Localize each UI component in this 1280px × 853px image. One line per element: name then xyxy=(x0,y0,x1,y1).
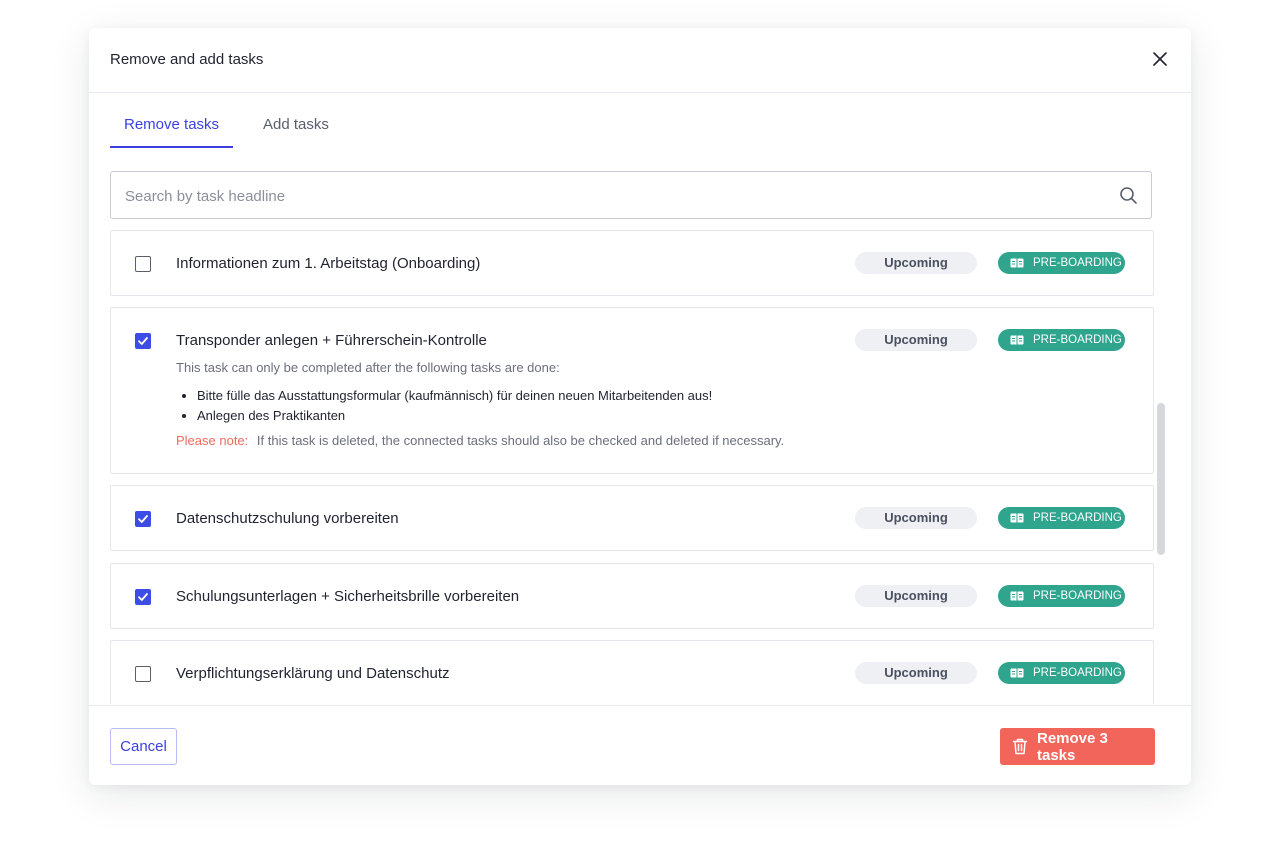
dependency-intro: This task can only be completed after th… xyxy=(176,360,560,375)
status-badge: Upcoming xyxy=(855,662,977,684)
phase-label: PRE-BOARDING xyxy=(1033,667,1122,679)
status-badge: Upcoming xyxy=(855,507,977,529)
task-card: Schulungsunterlagen + Sicherheitsbrille … xyxy=(110,563,1154,629)
task-checkbox[interactable] xyxy=(135,511,151,527)
search-input[interactable] xyxy=(123,172,1107,220)
phase-label: PRE-BOARDING xyxy=(1033,512,1122,524)
task-checkbox[interactable] xyxy=(135,333,151,349)
book-icon xyxy=(1010,668,1024,678)
close-icon[interactable] xyxy=(1151,50,1169,68)
book-icon xyxy=(1010,258,1024,268)
dialog-header: Remove and add tasks xyxy=(89,28,1191,93)
status-badge: Upcoming xyxy=(855,329,977,351)
task-title: Datenschutzschulung vorbereiten xyxy=(176,510,399,527)
phase-label: PRE-BOARDING xyxy=(1033,257,1122,269)
remove-add-tasks-dialog: Remove and add tasks Remove tasks Add ta… xyxy=(89,28,1191,785)
deletion-note: Please note: If this task is deleted, th… xyxy=(176,433,784,448)
phase-badge: PRE-BOARDING xyxy=(998,507,1125,529)
task-checkbox[interactable] xyxy=(135,589,151,605)
status-badge: Upcoming xyxy=(855,252,977,274)
dependency-item: Bitte fülle das Ausstattungsformular (ka… xyxy=(197,386,712,406)
tab-remove-tasks[interactable]: Remove tasks xyxy=(110,116,234,148)
dependency-item: Anlegen des Praktikanten xyxy=(197,406,712,426)
search-icon[interactable] xyxy=(1119,186,1138,205)
phase-badge: PRE-BOARDING xyxy=(998,662,1125,684)
dialog-title: Remove and add tasks xyxy=(110,51,264,68)
dialog-footer: Cancel Remove 3 tasks xyxy=(89,705,1191,785)
trash-icon xyxy=(1012,738,1028,755)
phase-badge: PRE-BOARDING xyxy=(998,585,1125,607)
task-checkbox[interactable] xyxy=(135,666,151,682)
tab-add-tasks[interactable]: Add tasks xyxy=(249,116,343,146)
task-card: Informationen zum 1. Arbeitstag (Onboard… xyxy=(110,230,1154,296)
dependency-list: Bitte fülle das Ausstattungsformular (ka… xyxy=(183,386,712,426)
cancel-button[interactable]: Cancel xyxy=(110,728,177,765)
book-icon xyxy=(1010,591,1024,601)
task-list: Informationen zum 1. Arbeitstag (Onboard… xyxy=(110,230,1154,704)
task-title: Transponder anlegen + Führerschein-Kontr… xyxy=(176,332,487,349)
phase-label: PRE-BOARDING xyxy=(1033,334,1122,346)
search-box xyxy=(110,171,1152,220)
task-title: Schulungsunterlagen + Sicherheitsbrille … xyxy=(176,588,520,605)
task-card: Verpflichtungserklärung und Datenschutz … xyxy=(110,640,1154,704)
remove-tasks-button[interactable]: Remove 3 tasks xyxy=(1000,728,1155,765)
note-text: If this task is deleted, the connected t… xyxy=(256,433,785,448)
book-icon xyxy=(1010,335,1024,345)
book-icon xyxy=(1010,513,1024,523)
phase-badge: PRE-BOARDING xyxy=(998,252,1125,274)
remove-button-label: Remove 3 tasks xyxy=(1037,729,1108,764)
task-card: Datenschutzschulung vorbereiten Upcoming… xyxy=(110,485,1154,551)
list-scrollbar[interactable] xyxy=(1157,403,1165,555)
task-title: Verpflichtungserklärung und Datenschutz xyxy=(176,665,450,682)
task-checkbox[interactable] xyxy=(135,256,151,272)
status-badge: Upcoming xyxy=(855,585,977,607)
phase-badge: PRE-BOARDING xyxy=(998,329,1125,351)
note-label: Please note: xyxy=(176,433,249,448)
task-title: Informationen zum 1. Arbeitstag (Onboard… xyxy=(176,255,481,272)
phase-label: PRE-BOARDING xyxy=(1033,590,1122,602)
task-card: Transponder anlegen + Führerschein-Kontr… xyxy=(110,307,1154,474)
